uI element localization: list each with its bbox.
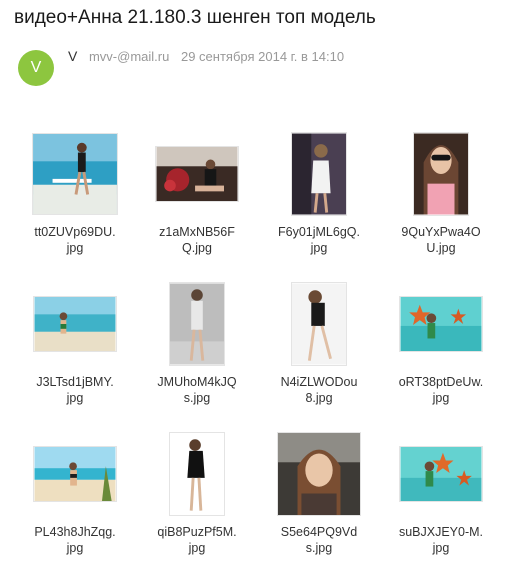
attachment-thumbnail-area — [138, 424, 256, 524]
attachment-filename[interactable]: F6y01jML6gQ. jpg — [260, 224, 378, 256]
photo-thumbnail-icon[interactable] — [33, 296, 117, 352]
attachment-item[interactable]: J3LTsd1jBMY. jpg — [16, 274, 134, 416]
attachment-thumbnail-area — [138, 124, 256, 224]
attachment-item[interactable]: tt0ZUVp69DU. jpg — [16, 124, 134, 266]
attachment-item[interactable]: z1aMxNB56F Q.jpg — [138, 124, 256, 266]
attachment-filename[interactable]: qiB8PuzPf5M. jpg — [138, 524, 256, 556]
attachment-filename[interactable]: J3LTsd1jBMY. jpg — [16, 374, 134, 406]
attachment-thumbnail-area — [260, 124, 378, 224]
attachment-thumbnail-area — [260, 424, 378, 524]
photo-thumbnail-icon[interactable] — [413, 132, 469, 216]
photo-thumbnail-icon[interactable] — [169, 282, 225, 366]
attachment-thumbnail-area — [260, 274, 378, 374]
attachment-filename[interactable]: z1aMxNB56F Q.jpg — [138, 224, 256, 256]
photo-thumbnail-icon[interactable] — [399, 296, 483, 352]
sender-avatar[interactable]: V — [18, 50, 54, 86]
attachment-item[interactable]: 9QuYxPwa4O U.jpg — [382, 124, 500, 266]
photo-thumbnail-icon[interactable] — [291, 282, 347, 366]
attachment-filename[interactable]: S5e64PQ9Vd s.jpg — [260, 524, 378, 556]
message-subject: видео+Анна 21.180.3 шенген топ модель — [14, 7, 376, 28]
photo-thumbnail-icon[interactable] — [399, 446, 483, 502]
sender-line: V mvv-@mail.ru 29 сентября 2014 г. в 14:… — [68, 48, 344, 65]
attachment-filename[interactable]: tt0ZUVp69DU. jpg — [16, 224, 134, 256]
attachment-item[interactable]: S5e64PQ9Vd s.jpg — [260, 424, 378, 561]
message-header: V V mvv-@mail.ru 29 сентября 2014 г. в 1… — [18, 44, 498, 88]
attachment-thumbnail-area — [16, 274, 134, 374]
sender-name[interactable]: V — [68, 48, 77, 64]
attachment-item[interactable]: F6y01jML6gQ. jpg — [260, 124, 378, 266]
attachment-item[interactable]: suBJXJEY0-M. jpg — [382, 424, 500, 561]
attachment-thumbnail-area — [382, 274, 500, 374]
photo-thumbnail-icon[interactable] — [277, 432, 361, 516]
attachment-thumbnail-area — [138, 274, 256, 374]
sent-date: 29 сентября 2014 г. в 14:10 — [180, 49, 345, 64]
attachment-filename[interactable]: 9QuYxPwa4O U.jpg — [382, 224, 500, 256]
attachment-filename[interactable]: JMUhoM4kJQ s.jpg — [138, 374, 256, 406]
attachment-thumbnail-area — [16, 424, 134, 524]
sender-email[interactable]: mvv-@mail.ru — [89, 49, 169, 64]
attachment-item[interactable]: qiB8PuzPf5M. jpg — [138, 424, 256, 561]
attachment-item[interactable]: JMUhoM4kJQ s.jpg — [138, 274, 256, 416]
photo-thumbnail-icon[interactable] — [169, 432, 225, 516]
photo-thumbnail-icon[interactable] — [155, 146, 239, 202]
photo-thumbnail-icon[interactable] — [291, 132, 347, 216]
attachment-thumbnail-area — [382, 424, 500, 524]
attachment-filename[interactable]: suBJXJEY0-M. jpg — [382, 524, 500, 556]
photo-thumbnail-icon[interactable] — [33, 446, 117, 502]
photo-thumbnail-icon[interactable] — [32, 133, 118, 215]
attachment-filename[interactable]: PL43h8JhZqg. jpg — [16, 524, 134, 556]
attachment-item[interactable]: oRT38ptDeUw. jpg — [382, 274, 500, 416]
attachment-thumbnail-area — [16, 124, 134, 224]
attachments-grid: tt0ZUVp69DU. jpg z1aMxNB56F Q.jpg F6y01j… — [16, 124, 504, 561]
attachment-item[interactable]: PL43h8JhZqg. jpg — [16, 424, 134, 561]
attachment-thumbnail-area — [382, 124, 500, 224]
attachment-item[interactable]: N4iZLWODou 8.jpg — [260, 274, 378, 416]
attachment-filename[interactable]: oRT38ptDeUw. jpg — [382, 374, 500, 406]
attachment-filename[interactable]: N4iZLWODou 8.jpg — [260, 374, 378, 406]
